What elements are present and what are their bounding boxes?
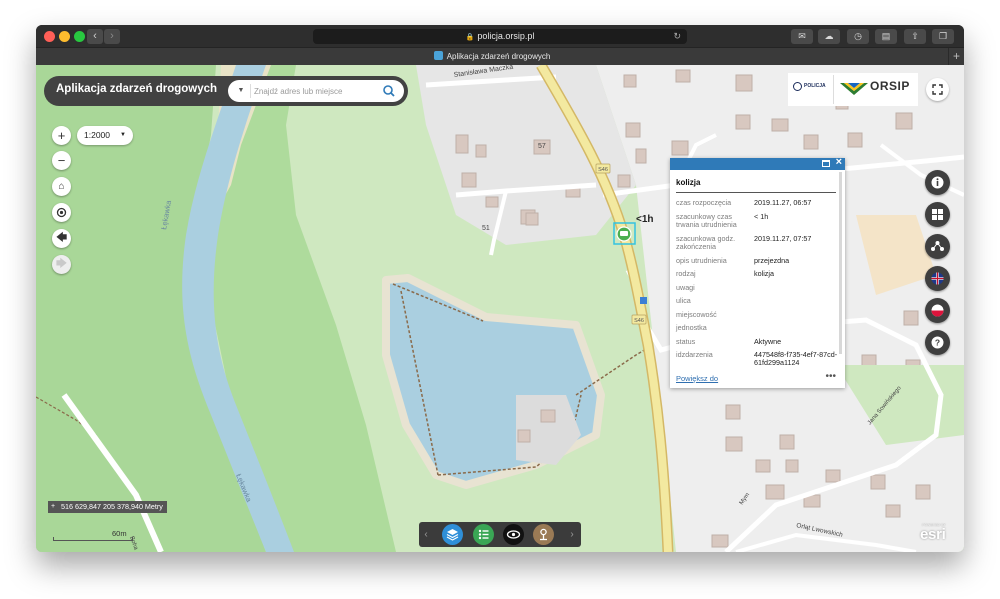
search-input[interactable] [254,83,374,99]
visibility-button[interactable] [503,524,524,545]
fullscreen-button[interactable] [926,78,949,101]
target-icon [56,207,67,218]
locate-button[interactable] [52,203,71,222]
basemap-gallery-button[interactable] [925,202,950,227]
scale-selector[interactable]: 1:2000 ▼ [77,126,133,145]
close-window-button[interactable] [44,31,55,42]
grid-icon [932,209,943,220]
police-logo-icon [793,82,802,91]
orsip-title: ORSIP [870,79,910,93]
minimize-window-button[interactable] [59,31,70,42]
reload-icon[interactable]: ↻ [673,29,681,44]
layers-icon [446,529,459,541]
location-tool-button[interactable] [533,524,554,545]
zoom-to-link[interactable]: Powiększ do [676,374,718,383]
chevron-down-icon: ▼ [120,132,126,138]
popup-header: × [670,156,845,170]
search-source-dropdown[interactable]: ▼ [234,84,248,98]
new-tab-button[interactable]: + [948,48,964,66]
layers-button[interactable] [442,524,463,545]
share-icon[interactable]: ⇧ [904,29,926,44]
svg-text:?: ? [935,338,940,348]
popup-title: kolizja [676,178,701,187]
language-polish-button[interactable] [925,298,950,323]
search-box[interactable]: ▼ [228,80,404,102]
search-icon[interactable] [381,83,397,99]
close-popup-icon[interactable]: × [836,156,842,168]
tab-active[interactable]: Aplikacja zdarzeń drogowych [36,48,948,66]
maximize-window-button[interactable] [74,31,85,42]
tabs-overview-icon[interactable]: ❐ [932,29,954,44]
road-number-label: S46 [598,167,608,173]
network-icon [931,241,944,251]
tab-bar: Aplikacja zdarzeń drogowych + [36,47,964,66]
scalebar [53,537,133,541]
fullscreen-icon [932,84,943,95]
home-button[interactable]: ⌂ [52,177,71,196]
list-icon [478,529,489,540]
arrow-left-icon: 🡄 [55,232,68,244]
next-extent-button[interactable]: 🡆 [52,255,71,274]
history-icon[interactable]: ◷ [847,29,869,44]
legend-button[interactable] [473,524,494,545]
lock-icon: 🔒 [465,34,475,41]
cloud-icon[interactable]: ☁ [818,29,840,44]
browser-window: ‹ › 🔒 policja.orsip.pl ↻ ✉ ☁ ◷ ▤ ⇧ ❐ Apli… [36,25,964,552]
zoom-out-button[interactable]: − [52,151,71,170]
tab-title: Aplikacja zdarzeń drogowych [446,52,551,61]
question-icon: ? [931,336,944,349]
mail-icon[interactable]: ✉ [791,29,813,44]
orsip-logo-icon [840,83,868,95]
maximize-popup-icon[interactable] [822,160,830,167]
coordinate-text: 516 629,847 205 378,940 Metry [61,502,163,511]
sidebar-icon[interactable]: ▤ [875,29,897,44]
police-logo: POLICJA [790,75,834,104]
help-button[interactable]: ? [925,330,950,355]
orsip-logo: ORSIP [836,75,916,104]
address-bar[interactable]: 🔒 policja.orsip.pl ↻ [313,29,687,44]
eye-icon [506,530,521,539]
zoom-in-button[interactable]: + [52,126,71,145]
popup-scrollbar[interactable] [839,172,842,354]
app-title: Aplikacja zdarzeń drogowych [56,83,218,95]
scale-value: 1:2000 [84,130,110,140]
popup-more-menu[interactable]: ••• [825,371,836,382]
uk-flag-icon [931,272,944,285]
coordinate-display[interactable]: + 516 629,847 205 378,940 Metry [48,501,167,513]
info-button[interactable] [925,170,950,195]
incident-popup: × kolizja czas rozpoczęcia 2019.11.27, 06… [670,156,845,388]
pl-flag-icon [931,304,944,317]
widget-toolbar: ‹ › [419,522,581,547]
search-divider [250,84,251,98]
favicon-icon [433,51,443,60]
partner-logos: POLICJA ORSIP [788,73,918,106]
crosshair-icon: + [51,503,56,510]
toolbar-prev-arrow[interactable]: ‹ [419,522,433,547]
pin-icon [540,528,547,541]
language-english-button[interactable] [925,266,950,291]
share-location-button[interactable] [925,234,950,259]
map-view[interactable]: Stanisława Maczka S46 S46 57 51 Łękawka … [36,65,964,552]
esri-logo: esri [920,526,946,543]
arrow-right-icon: 🡆 [55,258,68,270]
building-number-57: 57 [538,143,546,150]
road-number-label-2: S46 [634,318,644,324]
forward-button[interactable]: › [104,29,120,44]
info-icon [931,176,944,189]
url-text: policja.orsip.pl [477,31,535,41]
previous-extent-button[interactable]: 🡄 [52,229,71,248]
building-number-51: 51 [482,225,490,232]
popup-divider [676,192,836,193]
app-header: Aplikacja zdarzeń drogowych ▼ [44,76,408,106]
delay-label: <1h [636,214,654,225]
home-icon: ⌂ [58,181,65,192]
browser-titlebar: ‹ › 🔒 policja.orsip.pl ↻ ✉ ☁ ◷ ▤ ⇧ ❐ [36,25,964,47]
back-button[interactable]: ‹ [87,29,103,44]
toolbar-next-arrow[interactable]: › [565,522,579,547]
